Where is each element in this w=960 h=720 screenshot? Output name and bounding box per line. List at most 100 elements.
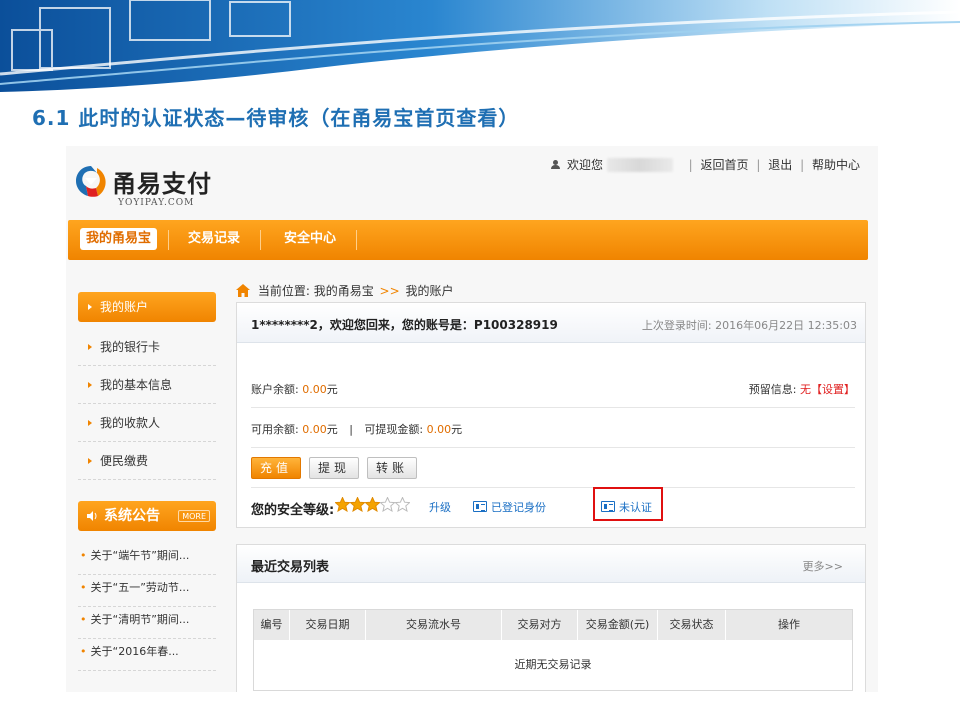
logout-link[interactable]: 退出 xyxy=(768,156,792,173)
column-header: 交易流水号 xyxy=(366,610,502,640)
notice-more-button[interactable]: MORE xyxy=(178,510,210,522)
transactions-title: 最近交易列表 xyxy=(251,560,330,575)
withdraw-button[interactable]: 提现 xyxy=(309,457,359,479)
star-empty-icon xyxy=(395,497,410,512)
notice-list: • 关于“端午节”期间... • 关于“五一”劳动节... • 关于“清明节”期间..… xyxy=(78,543,216,671)
sidebar-item-basic-info[interactable]: 我的基本信息 xyxy=(78,366,216,404)
recharge-button[interactable]: 充值 xyxy=(251,457,301,479)
security-level-label: 您的安全等级: xyxy=(251,503,335,518)
divider xyxy=(251,447,855,448)
main-nav: 我的甬易宝 交易记录 安全中心 xyxy=(68,220,868,260)
slide-banner xyxy=(0,0,960,92)
identity-registered-text: 已登记身份 xyxy=(491,501,546,514)
upgrade-link[interactable]: 升级 xyxy=(429,499,451,515)
transfer-button[interactable]: 转账 xyxy=(367,457,417,479)
breadcrumb-level1[interactable]: 我的甬易宝 xyxy=(314,284,374,298)
currency: 元 xyxy=(326,423,338,436)
transactions-header: 最近交易列表 更多>> xyxy=(237,545,865,583)
withdrawable-value: 0.00 xyxy=(426,423,452,436)
bullet-icon: • xyxy=(80,645,87,658)
breadcrumb-prefix: 当前位置: xyxy=(257,284,310,298)
star-empty-icon xyxy=(380,497,395,512)
arrow-right-icon xyxy=(88,458,92,464)
last-login: 上次登录时间: 2016年06月22日 12:35:03 xyxy=(642,317,857,333)
bullet-icon: • xyxy=(80,581,87,594)
empty-message: 近期无交易记录 xyxy=(254,640,852,690)
welcome-prefix: 欢迎您 xyxy=(567,158,604,172)
available-row: 可用余额: 0.00元 | 可提现金额: 0.00元 xyxy=(251,421,462,437)
logo-domain: YOYIPAY.COM xyxy=(118,198,195,208)
balance-label: 账户余额: xyxy=(251,383,299,396)
home-link[interactable]: 返回首页 xyxy=(701,156,749,173)
notice-item[interactable]: • 关于“2016年春... xyxy=(78,639,216,671)
notice-item-text: 关于“五一”劳动节... xyxy=(90,581,190,594)
yoyipay-screenshot: 欢迎您 | 返回首页 | 退出 | 帮助中心 甬易支付 YOYIPAY.COM … xyxy=(66,146,878,692)
star-filled-icon xyxy=(350,497,365,512)
account-header: 1********2，欢迎您回来，您的账号是：P100328919 上次登录时间… xyxy=(237,303,865,343)
welcome-message: 1********2，欢迎您回来，您的账号是：P100328919 xyxy=(251,318,558,332)
reserve-setting-link[interactable]: 无【设置】 xyxy=(800,383,855,396)
sidebar-menu: 我的账户 我的银行卡 我的基本信息 我的收款人 便民缴费 xyxy=(78,292,216,480)
tab-my-account[interactable]: 我的甬易宝 xyxy=(80,228,158,250)
notice-item-text: 关于“清明节”期间... xyxy=(90,613,190,626)
speaker-icon xyxy=(87,511,97,521)
id-card-icon xyxy=(473,501,487,512)
notice-title: 系统公告 xyxy=(104,508,160,524)
sidebar-item-bill-pay[interactable]: 便民缴费 xyxy=(78,442,216,480)
tab-security[interactable]: 安全中心 xyxy=(278,228,342,250)
arrow-right-icon xyxy=(88,344,92,350)
arrow-right-icon xyxy=(88,420,92,426)
notice-item-text: 关于“2016年春... xyxy=(90,645,179,658)
notice-item[interactable]: • 关于“清明节”期间... xyxy=(78,607,216,639)
nav-divider xyxy=(168,230,169,250)
reserve-info: 预留信息: 无【设置】 xyxy=(749,381,855,397)
balance-value: 0.00 xyxy=(302,383,327,396)
logo-mark-icon xyxy=(76,166,106,197)
reserve-label: 预留信息: xyxy=(748,383,797,396)
transactions-more-link[interactable]: 更多>> xyxy=(803,558,843,574)
column-header: 交易日期 xyxy=(290,610,366,640)
withdrawable-label: 可提现金额: xyxy=(364,423,424,436)
sidebar-item-payees[interactable]: 我的收款人 xyxy=(78,404,216,442)
arrow-right-icon xyxy=(88,304,92,310)
divider-bar: | xyxy=(349,423,353,436)
notice-item-text: 关于“端午节”期间... xyxy=(90,549,190,562)
column-header: 编号 xyxy=(254,610,290,640)
logo-name: 甬易支付 xyxy=(112,170,212,198)
star-filled-icon xyxy=(365,497,380,512)
currency: 元 xyxy=(326,383,338,396)
currency: 元 xyxy=(451,423,463,436)
notice-item[interactable]: • 关于“端午节”期间... xyxy=(78,543,216,575)
tab-transactions[interactable]: 交易记录 xyxy=(182,228,246,250)
home-icon xyxy=(236,284,250,297)
column-header: 交易对方 xyxy=(502,610,578,640)
notice-header: 系统公告 MORE xyxy=(78,501,216,531)
nav-divider xyxy=(260,230,261,250)
security-stars xyxy=(335,497,410,515)
bullet-icon: • xyxy=(80,549,87,562)
breadcrumb-level2: 我的账户 xyxy=(405,284,454,298)
star-filled-icon xyxy=(335,497,350,512)
recent-transactions-panel: 最近交易列表 更多>> 编号 交易日期 交易流水号 交易对方 交易金额(元) 交… xyxy=(236,544,866,692)
account-panel: 1********2，欢迎您回来，您的账号是：P100328919 上次登录时间… xyxy=(236,302,866,528)
breadcrumb: 当前位置: 我的甬易宝 >> 我的账户 xyxy=(236,282,454,299)
sidebar-item-label: 我的银行卡 xyxy=(100,340,161,354)
sidebar-item-label: 我的基本信息 xyxy=(100,378,173,392)
highlight-box xyxy=(593,487,663,521)
sidebar-item-my-account[interactable]: 我的账户 xyxy=(78,292,216,322)
sidebar-item-label: 我的账户 xyxy=(100,300,149,314)
identity-registered-link[interactable]: 已登记身份 xyxy=(473,499,546,515)
divider xyxy=(251,407,855,408)
notice-item[interactable]: • 关于“五一”劳动节... xyxy=(78,575,216,607)
blurred-username xyxy=(606,157,673,172)
balance-row: 账户余额: 0.00元 xyxy=(251,381,338,397)
available-value: 0.00 xyxy=(302,423,327,436)
sidebar-item-bank-card[interactable]: 我的银行卡 xyxy=(78,328,216,366)
bullet-icon: • xyxy=(80,613,87,626)
divider xyxy=(251,487,855,488)
user-icon xyxy=(551,160,561,169)
sidebar-item-label: 我的收款人 xyxy=(100,416,161,430)
logo[interactable]: 甬易支付 YOYIPAY.COM xyxy=(74,162,224,212)
column-header: 操作 xyxy=(778,618,800,631)
help-link[interactable]: 帮助中心 xyxy=(812,156,860,173)
